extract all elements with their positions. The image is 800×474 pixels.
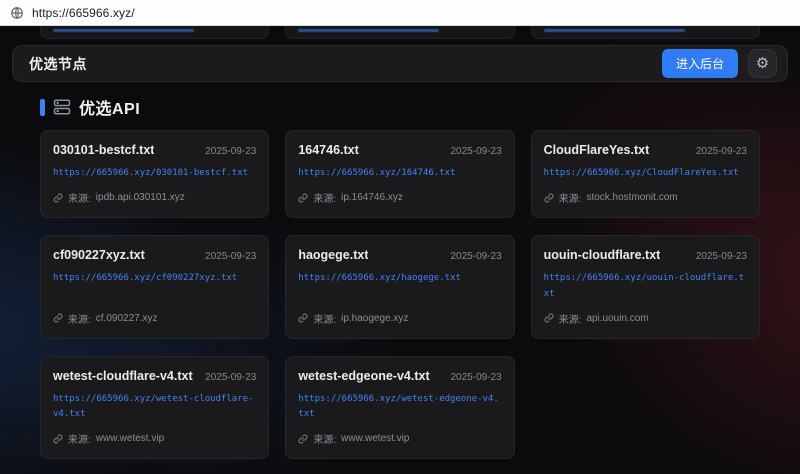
server-icon xyxy=(53,98,71,116)
chain-link-icon xyxy=(298,193,308,203)
chain-link-icon xyxy=(53,193,63,203)
source-value: cf.090227.xyz xyxy=(96,313,158,324)
gear-icon: ⚙ xyxy=(756,56,769,71)
api-cards-grid: 030101-bestcf.txt 2025-09-23 https://665… xyxy=(40,130,760,459)
card-title: 030101-bestcf.txt xyxy=(53,143,154,157)
url-text[interactable]: https://665966.xyz/ xyxy=(32,6,135,20)
source-prefix: 来源: xyxy=(68,431,91,446)
settings-button[interactable]: ⚙ xyxy=(748,49,777,78)
browser-address-bar[interactable]: https://665966.xyz/ xyxy=(0,0,800,26)
source-prefix: 来源: xyxy=(313,190,336,205)
page-background: 优选节点 进入后台 ⚙ 优选API 030101-bestcf.txt 2025… xyxy=(0,26,800,474)
chain-link-icon xyxy=(298,313,308,323)
card-date: 2025-09-23 xyxy=(451,146,502,157)
scrolled-card-stub xyxy=(531,26,760,39)
page-header: 优选节点 进入后台 ⚙ xyxy=(12,45,788,82)
source-value: ip.haogege.xyz xyxy=(341,313,408,324)
card-date: 2025-09-23 xyxy=(696,251,747,262)
card-file-link[interactable]: https://665966.xyz/wetest-cloudflare-v4.… xyxy=(53,392,256,423)
source-prefix: 来源: xyxy=(68,190,91,205)
source-value: ipdb.api.030101.xyz xyxy=(96,192,185,203)
card-file-link[interactable]: https://665966.xyz/haogege.txt xyxy=(298,271,501,286)
scrolled-cards-row xyxy=(40,26,760,39)
card-title: 164746.txt xyxy=(298,143,358,157)
source-value: api.uouin.com xyxy=(586,313,648,324)
card-date: 2025-09-23 xyxy=(451,251,502,262)
source-prefix: 来源: xyxy=(559,311,582,326)
card-title: uouin-cloudflare.txt xyxy=(544,248,661,262)
card-title: CloudFlareYes.txt xyxy=(544,143,650,157)
section-heading: 优选API xyxy=(40,95,760,119)
source-prefix: 来源: xyxy=(313,311,336,326)
card-date: 2025-09-23 xyxy=(696,146,747,157)
chain-link-icon xyxy=(544,313,554,323)
enter-admin-button[interactable]: 进入后台 xyxy=(662,49,738,78)
card-date: 2025-09-23 xyxy=(205,372,256,383)
site-info-icon[interactable] xyxy=(10,6,24,20)
chain-link-icon xyxy=(53,434,63,444)
card-title: wetest-edgeone-v4.txt xyxy=(298,369,429,383)
card-date: 2025-09-23 xyxy=(205,251,256,262)
card-date: 2025-09-23 xyxy=(451,372,502,383)
card-file-link[interactable]: https://665966.xyz/uouin-cloudflare.txt xyxy=(544,271,747,302)
card-file-link[interactable]: https://665966.xyz/030101-bestcf.txt xyxy=(53,166,256,181)
card-file-link[interactable]: https://665966.xyz/wetest-edgeone-v4.txt xyxy=(298,392,501,423)
api-card: cf090227xyz.txt 2025-09-23 https://66596… xyxy=(40,235,269,339)
source-prefix: 来源: xyxy=(313,431,336,446)
api-card: CloudFlareYes.txt 2025-09-23 https://665… xyxy=(531,130,760,218)
accent-bar-icon xyxy=(40,99,45,116)
api-card: 164746.txt 2025-09-23 https://665966.xyz… xyxy=(285,130,514,218)
chain-link-icon xyxy=(298,434,308,444)
scrolled-card-stub xyxy=(40,26,269,39)
api-card: haogege.txt 2025-09-23 https://665966.xy… xyxy=(285,235,514,339)
card-title: haogege.txt xyxy=(298,248,368,262)
chain-link-icon xyxy=(544,193,554,203)
scrolled-card-stub xyxy=(285,26,514,39)
source-prefix: 来源: xyxy=(68,311,91,326)
card-title: cf090227xyz.txt xyxy=(53,248,145,262)
section-title: 优选API xyxy=(79,95,140,119)
source-prefix: 来源: xyxy=(559,190,582,205)
card-title: wetest-cloudflare-v4.txt xyxy=(53,369,193,383)
card-file-link[interactable]: https://665966.xyz/cf090227xyz.txt xyxy=(53,271,256,286)
source-value: stock.hostmonit.com xyxy=(586,192,677,203)
chain-link-icon xyxy=(53,313,63,323)
card-file-link[interactable]: https://665966.xyz/CloudFlareYes.txt xyxy=(544,166,747,181)
source-value: www.wetest.vip xyxy=(341,433,409,444)
api-card: wetest-cloudflare-v4.txt 2025-09-23 http… xyxy=(40,356,269,460)
card-file-link[interactable]: https://665966.xyz/164746.txt xyxy=(298,166,501,181)
api-card: wetest-edgeone-v4.txt 2025-09-23 https:/… xyxy=(285,356,514,460)
api-card: uouin-cloudflare.txt 2025-09-23 https://… xyxy=(531,235,760,339)
source-value: www.wetest.vip xyxy=(96,433,164,444)
source-value: ip.164746.xyz xyxy=(341,192,403,203)
card-date: 2025-09-23 xyxy=(205,146,256,157)
api-card: 030101-bestcf.txt 2025-09-23 https://665… xyxy=(40,130,269,218)
page-title: 优选节点 xyxy=(29,54,87,74)
